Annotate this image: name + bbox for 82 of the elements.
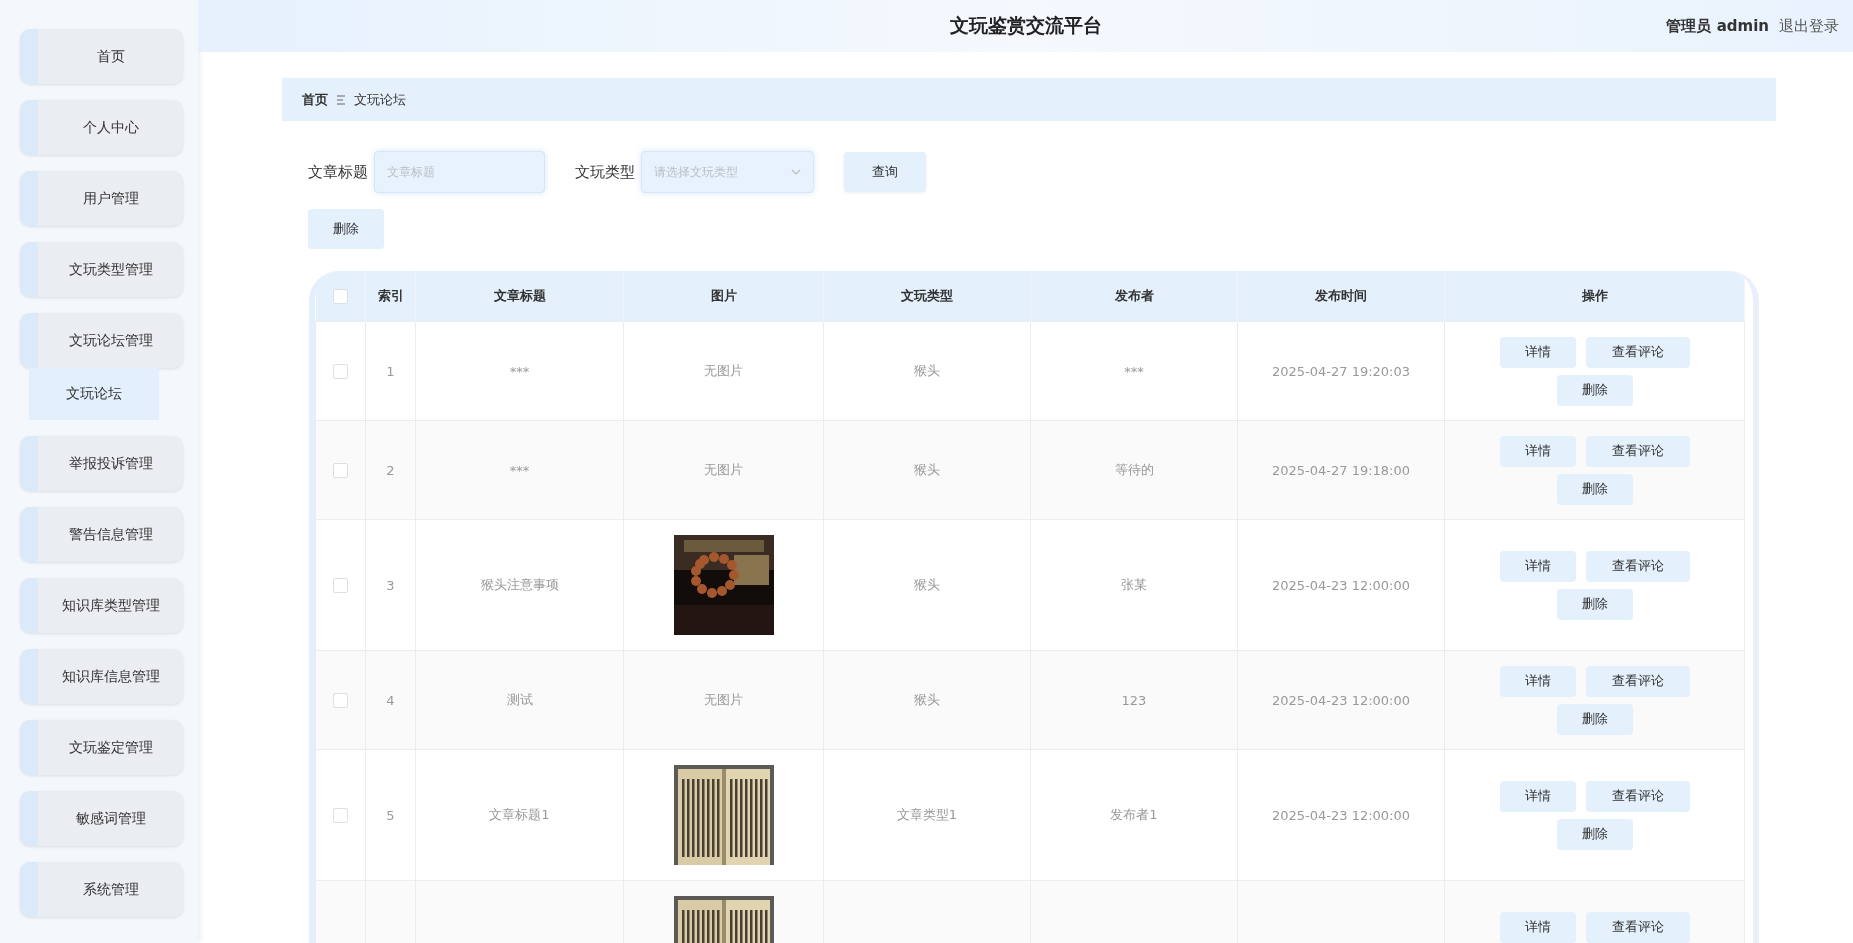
row-checkbox[interactable] [333, 693, 348, 708]
select-all-checkbox[interactable] [332, 289, 348, 304]
delete-button[interactable]: 删除 [1556, 374, 1633, 406]
delete-button[interactable]: 删除 [1556, 588, 1633, 620]
table-cell: 无图片 [704, 692, 743, 707]
details-button[interactable]: 详情 [1499, 780, 1576, 812]
details-button[interactable]: 详情 [1499, 911, 1576, 943]
details-button[interactable]: 详情 [1499, 336, 1576, 368]
details-button[interactable]: 详情 [1499, 435, 1576, 467]
table-cell: 文章类型1 [896, 807, 958, 822]
column-header: 文玩类型 [901, 288, 953, 303]
sidebar-item[interactable]: 知识库信息管理 [20, 649, 183, 704]
sidebar-item[interactable]: 系统管理 [20, 862, 183, 917]
sidebar-subitem[interactable]: 文玩论坛 [29, 368, 159, 420]
row-index: 5 [386, 807, 395, 823]
table-cell: 2025-04-23 12:00:00 [1271, 807, 1411, 823]
sidebar-item[interactable]: 警告信息管理 [20, 507, 183, 562]
table-cell: *** [509, 462, 530, 478]
column-header: 图片 [710, 288, 737, 303]
row-index: 2 [386, 462, 395, 478]
sidebar-item[interactable]: 知识库类型管理 [20, 578, 183, 633]
column-header: 发布者 [1114, 288, 1154, 303]
row-checkbox[interactable] [333, 463, 348, 478]
delete-button[interactable]: 删除 [1556, 703, 1633, 735]
table-cell: 2025-04-23 12:00:00 [1271, 692, 1411, 708]
sidebar-item[interactable]: 敏感词管理 [20, 791, 183, 846]
table-cell: 2025-04-23 12:00:00 [1271, 577, 1411, 593]
search-button[interactable]: 查询 [844, 152, 926, 192]
table-cell: 文章标题1 [489, 807, 550, 822]
row-index: 4 [386, 692, 395, 708]
row-checkbox[interactable] [333, 578, 348, 593]
logout-link[interactable]: 退出登录 [1779, 16, 1839, 36]
breadcrumb-link[interactable]: 首页 [302, 90, 328, 109]
view-comments-button[interactable]: 查看评论 [1585, 665, 1690, 697]
table-cell: 猴头 [914, 462, 940, 477]
view-comments-button[interactable]: 查看评论 [1585, 550, 1690, 582]
sidebar-item[interactable]: 举报投诉管理 [20, 436, 183, 491]
table-cell: 张某 [1121, 577, 1147, 592]
table-cell: 123 [1121, 692, 1147, 708]
table-cell: 猴头 [914, 692, 940, 707]
column-header: 操作 [1581, 288, 1608, 303]
row-index: 1 [386, 363, 395, 379]
row-checkbox[interactable] [333, 364, 348, 379]
table-cell: 猴头 [914, 577, 940, 592]
table-cell: 无图片 [704, 462, 743, 477]
table-cell: 猴头 [914, 363, 940, 378]
column-header: 文章标题 [493, 288, 546, 303]
sidebar-item[interactable]: 个人中心 [20, 100, 183, 155]
table-cell: 等待的 [1114, 462, 1154, 477]
breadcrumb-link[interactable]: 文玩论坛 [354, 90, 406, 109]
separator-icon [336, 93, 346, 106]
table-cell: *** [1124, 363, 1144, 379]
sidebar-item[interactable]: 文玩类型管理 [20, 242, 183, 297]
sidebar-item[interactable]: 文玩论坛管理 [20, 313, 183, 368]
table-cell: 无图片 [704, 363, 743, 378]
sidebar-item[interactable]: 文玩鉴定管理 [20, 720, 183, 775]
view-comments-button[interactable]: 查看评论 [1585, 911, 1690, 943]
view-comments-button[interactable]: 查看评论 [1585, 336, 1690, 368]
user-name: 管理员 admin [1666, 16, 1769, 36]
table-cell: 2025-04-27 19:18:00 [1271, 462, 1411, 478]
field-label: 文章标题 [308, 162, 368, 182]
sidebar-item[interactable]: 用户管理 [20, 171, 183, 226]
column-header: 索引 [377, 288, 404, 303]
chevron-down-icon [791, 169, 801, 175]
column-header: 发布时间 [1315, 288, 1367, 303]
row-index: 3 [386, 577, 395, 593]
table-cell: *** [509, 363, 530, 379]
view-comments-button[interactable]: 查看评论 [1585, 435, 1690, 467]
table-cell: 2025-04-27 19:20:03 [1271, 363, 1411, 379]
table-cell: 猴头注意事项 [480, 577, 559, 592]
delete-button[interactable]: 删除 [1556, 818, 1633, 850]
table-cell: 发布者1 [1110, 807, 1158, 822]
table-cell: 测试 [506, 692, 533, 707]
delete-button[interactable]: 删除 [308, 209, 384, 249]
delete-button[interactable]: 删除 [1556, 473, 1633, 505]
view-comments-button[interactable]: 查看评论 [1585, 780, 1690, 812]
site-title: 文玩鉴赏交流平台 [949, 13, 1102, 38]
details-button[interactable]: 详情 [1499, 550, 1576, 582]
sidebar-item[interactable]: 首页 [20, 29, 183, 84]
field-label: 文玩类型 [575, 162, 635, 182]
details-button[interactable]: 详情 [1499, 665, 1576, 697]
row-checkbox[interactable] [333, 808, 348, 823]
